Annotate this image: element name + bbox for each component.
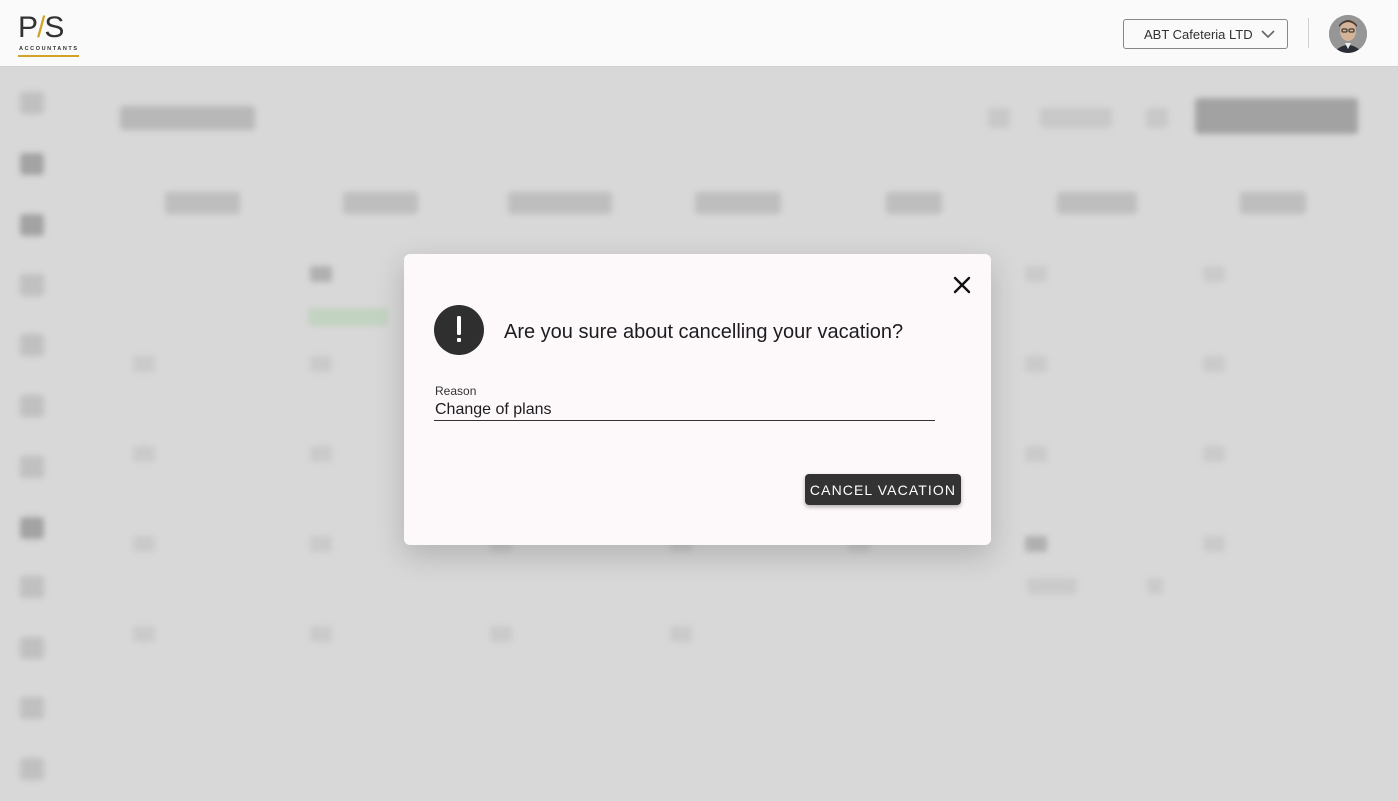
dialog-title: Are you sure about cancelling your vacat…	[504, 321, 904, 343]
cancel-vacation-dialog: Are you sure about cancelling your vacat…	[404, 254, 991, 545]
exclamation-icon	[434, 305, 484, 355]
cancel-vacation-button[interactable]: CANCEL VACATION	[805, 474, 961, 505]
reason-label: Reason	[435, 384, 477, 398]
close-icon[interactable]	[952, 275, 972, 295]
reason-input[interactable]	[434, 399, 935, 421]
